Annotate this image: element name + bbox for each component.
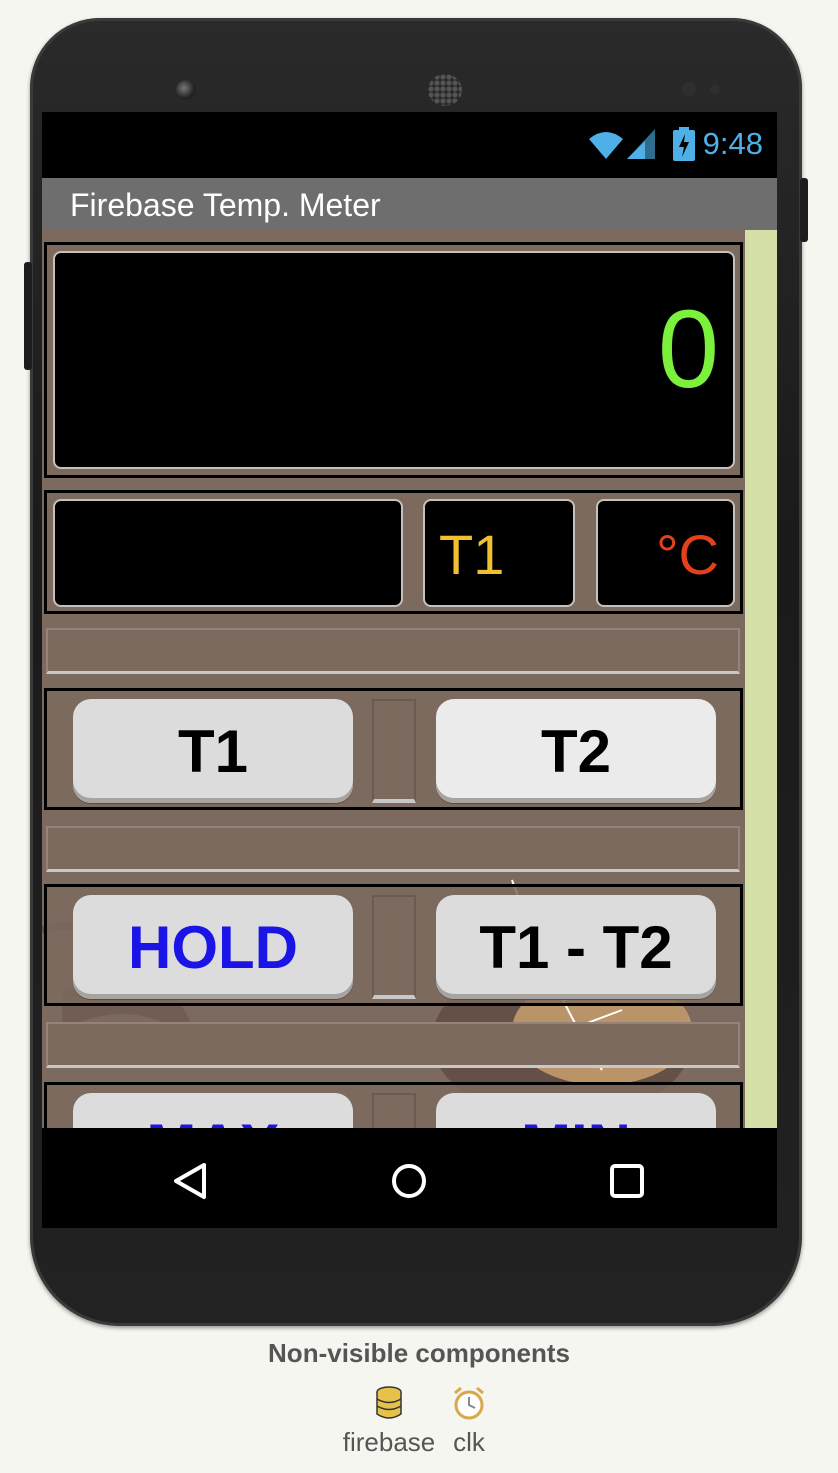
scroll-strip [745, 230, 777, 1128]
app-title: Firebase Temp. Meter [70, 187, 381, 223]
database-icon [376, 1386, 402, 1419]
recents-icon[interactable] [609, 1163, 645, 1199]
camera-icon [176, 80, 196, 100]
power-button [800, 178, 808, 242]
secondary-display-panel: T1 °C [44, 490, 743, 614]
main-display-panel: 0 [44, 242, 743, 478]
minmax-button-row: MAX MIN [44, 1082, 743, 1128]
function-button-row: HOLD T1 - T2 [44, 884, 743, 1006]
clk-component[interactable]: clk [446, 1386, 492, 1458]
t2-button[interactable]: T2 [436, 699, 716, 803]
t1-button[interactable]: T1 [73, 699, 353, 803]
button-spacer [372, 699, 416, 803]
app-content[interactable]: 0 T1 °C T1 T2 HOLD T1 - T2 [42, 230, 777, 1128]
wifi-icon [588, 132, 623, 159]
clock-icon [454, 1386, 484, 1420]
spacer [46, 826, 740, 872]
channel-button-row: T1 T2 [44, 688, 743, 810]
channel-display: T1 [423, 499, 575, 607]
sensor-dot [710, 84, 720, 94]
app-title-bar: Firebase Temp. Meter [42, 178, 777, 230]
sensor-dot [682, 82, 696, 96]
spacer [46, 628, 740, 674]
screen: 9:48 Firebase Temp. Meter 0 T1 °C T1 T2 … [42, 112, 777, 1228]
sub-value-display [53, 499, 403, 607]
channel-label: T1 [439, 523, 505, 586]
main-temperature-value: 0 [657, 288, 719, 411]
spacer [46, 1022, 740, 1068]
battery-charging-icon [672, 127, 695, 161]
button-spacer [372, 895, 416, 999]
hold-button[interactable]: HOLD [73, 895, 353, 999]
unit-display: °C [596, 499, 735, 607]
volume-button [24, 262, 32, 370]
firebase-label: firebase [342, 1427, 436, 1457]
difference-button[interactable]: T1 - T2 [436, 895, 716, 999]
max-button[interactable]: MAX [73, 1093, 353, 1128]
main-display: 0 [53, 251, 735, 469]
status-bar: 9:48 [42, 112, 777, 178]
unit-label: °C [656, 523, 719, 586]
signal-icon [626, 129, 655, 159]
button-spacer [372, 1093, 416, 1128]
non-visible-components-title: Non-visible components [268, 1338, 570, 1368]
status-time: 9:48 [702, 126, 763, 161]
speaker-grille [428, 74, 462, 106]
back-icon[interactable] [172, 1162, 208, 1200]
min-button[interactable]: MIN [436, 1093, 716, 1128]
home-icon[interactable] [390, 1162, 428, 1200]
clk-label: clk [453, 1427, 485, 1457]
navigation-bar [42, 1128, 777, 1228]
firebase-component[interactable]: firebase [340, 1386, 438, 1458]
